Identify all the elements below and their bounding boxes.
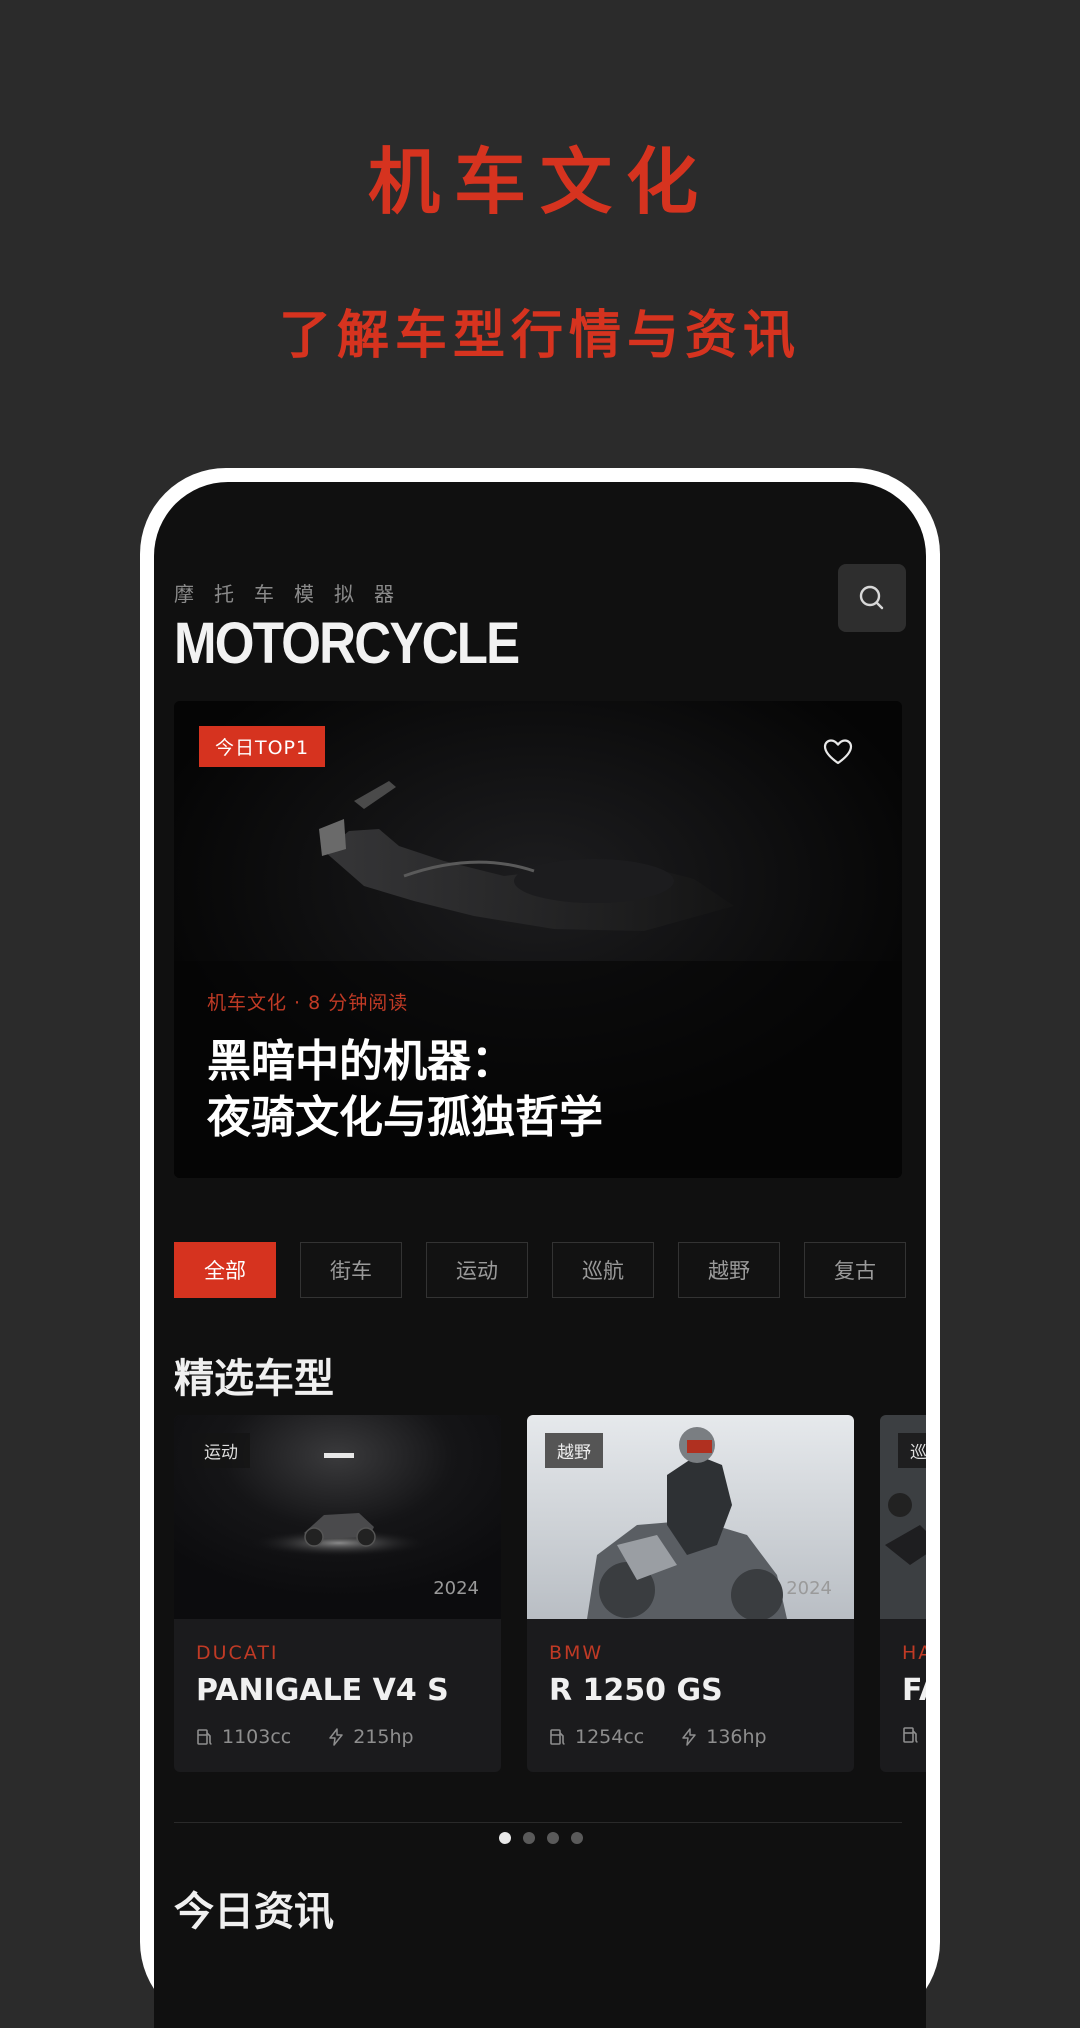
model-power: 136hp	[706, 1726, 767, 1748]
hero-title-line2: 夜骑文化与孤独哲学	[207, 1092, 603, 1143]
news-section-title: 今日资讯	[174, 1889, 334, 1935]
model-card[interactable]: 巡 HA FA	[880, 1415, 926, 1772]
model-card[interactable]: 运动 2024 DUCATI PANIGALE V4 S 1103cc 215h	[174, 1415, 501, 1772]
fuel-icon	[197, 1729, 212, 1745]
model-card[interactable]: 越野 2024 BMW R 1250 GS 1254cc 136hp	[527, 1415, 854, 1772]
model-brand: BMW	[549, 1642, 604, 1664]
top-badge: 今日TOP1	[199, 726, 326, 767]
fuel-icon	[550, 1729, 565, 1745]
search-icon	[859, 585, 884, 610]
pagination-dot-active[interactable]	[499, 1832, 511, 1844]
model-category-tag: 运动	[192, 1433, 250, 1468]
app-screen: 摩托车模拟器 MOTORCYCLE 今日TOP1 机车文化 · 8 分钟阅读 黑…	[154, 482, 926, 2028]
model-brand: DUCATI	[196, 1642, 279, 1664]
featured-carousel[interactable]: 运动 2024 DUCATI PANIGALE V4 S 1103cc 215h	[174, 1415, 926, 1772]
filter-chip-offroad[interactable]: 越野	[678, 1242, 780, 1298]
lightning-icon	[329, 1728, 343, 1746]
search-button[interactable]	[838, 564, 906, 632]
filter-chip-street[interactable]: 街车	[300, 1242, 402, 1298]
category-filters: 全部 街车 运动 巡航 越野 复古	[174, 1242, 906, 1298]
carousel-divider	[174, 1822, 902, 1823]
hero-meta: 机车文化 · 8 分钟阅读	[207, 992, 409, 1014]
model-name: R 1250 GS	[549, 1673, 723, 1708]
model-name: FA	[902, 1673, 926, 1708]
pagination-dot[interactable]	[571, 1832, 583, 1844]
promo-subtitle: 了解车型行情与资讯	[278, 306, 801, 366]
carousel-pagination	[499, 1832, 583, 1844]
heart-icon[interactable]	[822, 736, 854, 768]
phone-frame: 摩托车模拟器 MOTORCYCLE 今日TOP1 机车文化 · 8 分钟阅读 黑…	[140, 468, 940, 2028]
model-name: PANIGALE V4 S	[196, 1673, 449, 1708]
model-power: 215hp	[353, 1726, 414, 1748]
hero-title-line1: 黑暗中的机器：	[207, 1036, 515, 1087]
model-displacement: 1103cc	[222, 1726, 292, 1748]
filter-chip-retro[interactable]: 复古	[804, 1242, 906, 1298]
app-brand: MOTORCYCLE	[174, 611, 520, 676]
featured-section-title: 精选车型	[174, 1356, 334, 1402]
fuel-icon	[903, 1727, 918, 1743]
model-brand: HA	[902, 1642, 926, 1664]
pagination-dot[interactable]	[523, 1832, 535, 1844]
model-category-tag: 巡	[898, 1433, 926, 1468]
filter-chip-all[interactable]: 全部	[174, 1242, 276, 1298]
model-year: 2024	[433, 1578, 479, 1599]
lightning-icon	[682, 1728, 696, 1746]
model-category-tag: 越野	[545, 1433, 603, 1468]
hero-title: 黑暗中的机器： 夜骑文化与孤独哲学	[207, 1034, 603, 1146]
hero-article-card[interactable]: 今日TOP1 机车文化 · 8 分钟阅读 黑暗中的机器： 夜骑文化与孤独哲学	[174, 701, 902, 1178]
filter-chip-sport[interactable]: 运动	[426, 1242, 528, 1298]
model-specs: 1254cc 136hp	[549, 1726, 767, 1748]
model-specs: 1103cc 215hp	[196, 1726, 414, 1748]
promo-title: 机车文化	[367, 140, 712, 224]
filter-chip-cruiser[interactable]: 巡航	[552, 1242, 654, 1298]
model-year: 2024	[786, 1578, 832, 1599]
app-subtitle: 摩托车模拟器	[174, 582, 414, 606]
model-specs	[902, 1726, 920, 1744]
pagination-dot[interactable]	[547, 1832, 559, 1844]
model-displacement: 1254cc	[575, 1726, 645, 1748]
